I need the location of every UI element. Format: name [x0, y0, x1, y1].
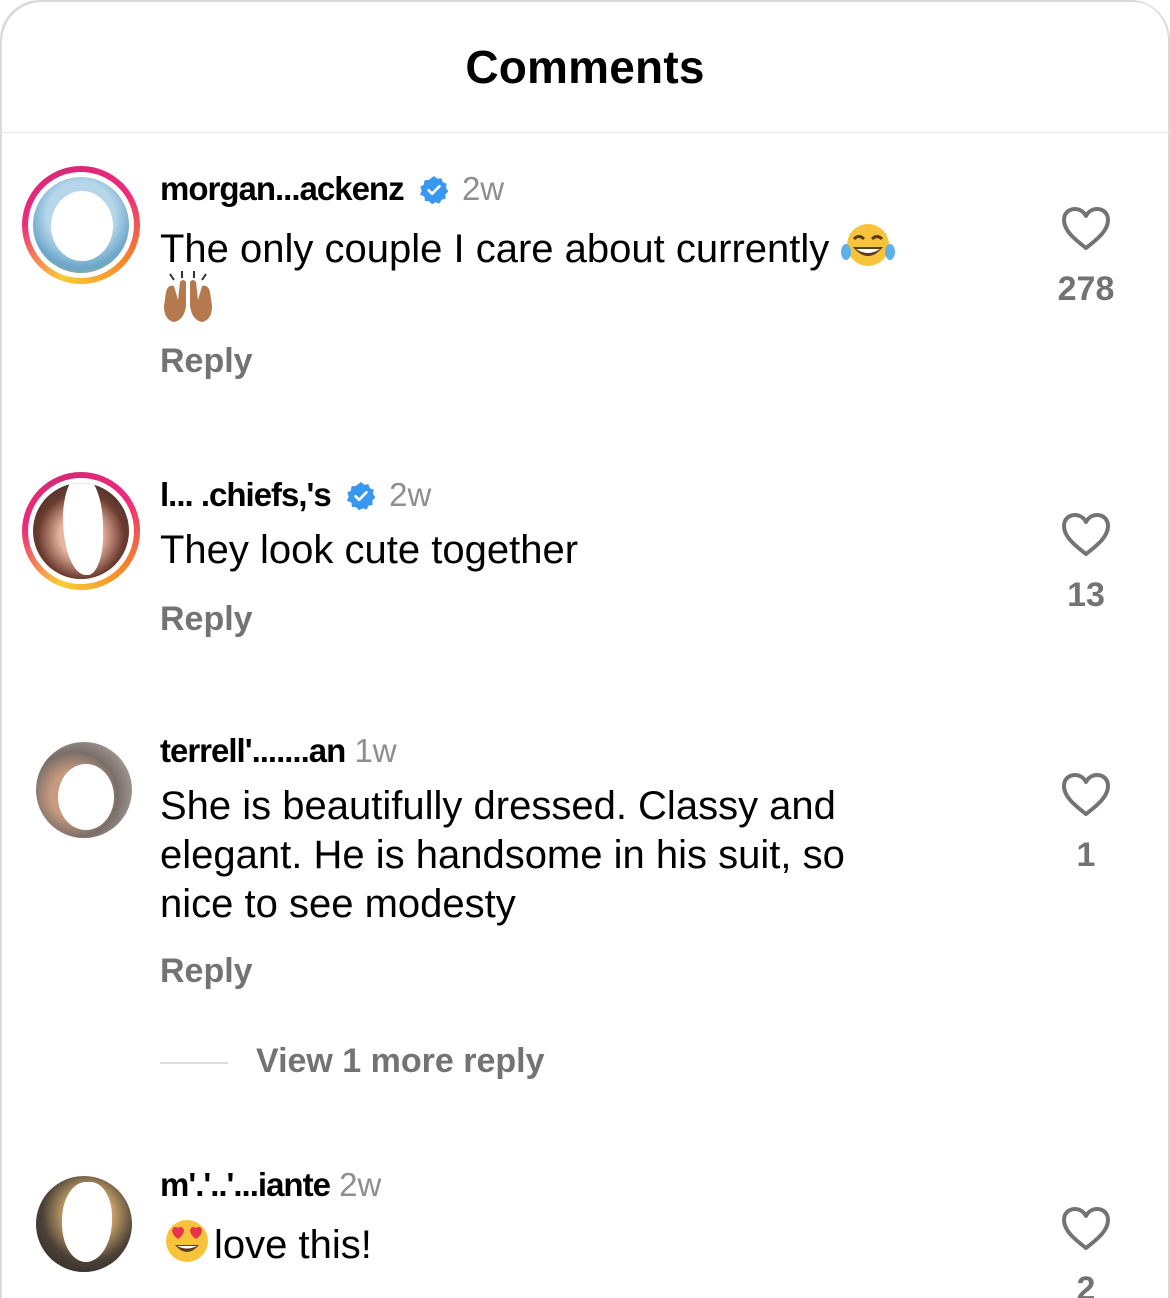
timestamp: 1w: [354, 732, 397, 769]
comment-body: love this!: [214, 1223, 372, 1267]
comment-text: The only couple I care about currently: [160, 220, 896, 282]
raising-hands-emoji-icon: [160, 270, 216, 329]
username[interactable]: l... .chiefs,'s: [160, 476, 332, 513]
heart-icon[interactable]: [1061, 206, 1111, 252]
username[interactable]: morgan...ackenz: [160, 170, 405, 207]
comment-meta: terrell'.......an 1w: [160, 732, 397, 770]
username[interactable]: m'.'..'...iante: [160, 1166, 331, 1203]
like-group: 13: [1038, 512, 1134, 615]
timestamp: 2w: [389, 476, 432, 513]
like-group: 1: [1038, 772, 1134, 875]
comment-line: nice to see modesty: [160, 882, 516, 926]
comments-sheet: Comments morgan...ackenz 2w The only cou…: [0, 0, 1170, 1298]
view-more-replies-button[interactable]: View 1 more reply: [160, 1042, 545, 1081]
page-title: Comments: [465, 41, 705, 93]
heart-icon[interactable]: [1061, 512, 1111, 558]
like-group: 2: [1038, 1206, 1134, 1298]
avatar[interactable]: [22, 166, 140, 284]
heart-eyes-emoji-icon: [160, 1216, 214, 1278]
like-count: 13: [1067, 576, 1105, 614]
reply-button[interactable]: Reply: [160, 952, 253, 991]
view-more-label: View 1 more reply: [256, 1042, 545, 1080]
avatar[interactable]: [22, 1162, 140, 1280]
reply-button[interactable]: Reply: [160, 600, 253, 639]
comment-text: They look cute together: [160, 528, 579, 572]
comment-body: The only couple I care about currently: [160, 227, 830, 271]
like-group: 278: [1038, 206, 1134, 309]
timestamp: 2w: [339, 1166, 382, 1203]
comment-meta: m'.'..'...iante 2w: [160, 1166, 381, 1204]
tears-of-joy-emoji-icon: [840, 220, 896, 282]
comment-line: She is beautifully dressed. Classy and: [160, 784, 836, 828]
username[interactable]: terrell'.......an: [160, 732, 346, 769]
timestamp: 2w: [461, 170, 505, 207]
avatar[interactable]: [22, 472, 140, 590]
like-count: 1: [1076, 836, 1096, 874]
verified-badge-icon: [346, 481, 376, 519]
avatar[interactable]: [22, 728, 140, 846]
comment-meta: l... .chiefs,'s 2w: [160, 476, 431, 519]
comments-header: Comments: [0, 0, 1170, 133]
comment-meta: morgan...ackenz 2w: [160, 170, 504, 213]
heart-icon[interactable]: [1061, 1206, 1111, 1252]
divider: [160, 1062, 228, 1065]
like-count: 278: [1057, 270, 1115, 308]
verified-badge-icon: [419, 175, 449, 213]
like-count: 2: [1076, 1270, 1096, 1298]
comment-text: love this!: [160, 1216, 372, 1278]
comment-text: She is beautifully dressed. Classy and e…: [160, 782, 845, 929]
reply-button[interactable]: Reply: [160, 342, 253, 381]
heart-icon[interactable]: [1061, 772, 1111, 818]
comment-line: elegant. He is handsome in his suit, so: [160, 833, 845, 877]
